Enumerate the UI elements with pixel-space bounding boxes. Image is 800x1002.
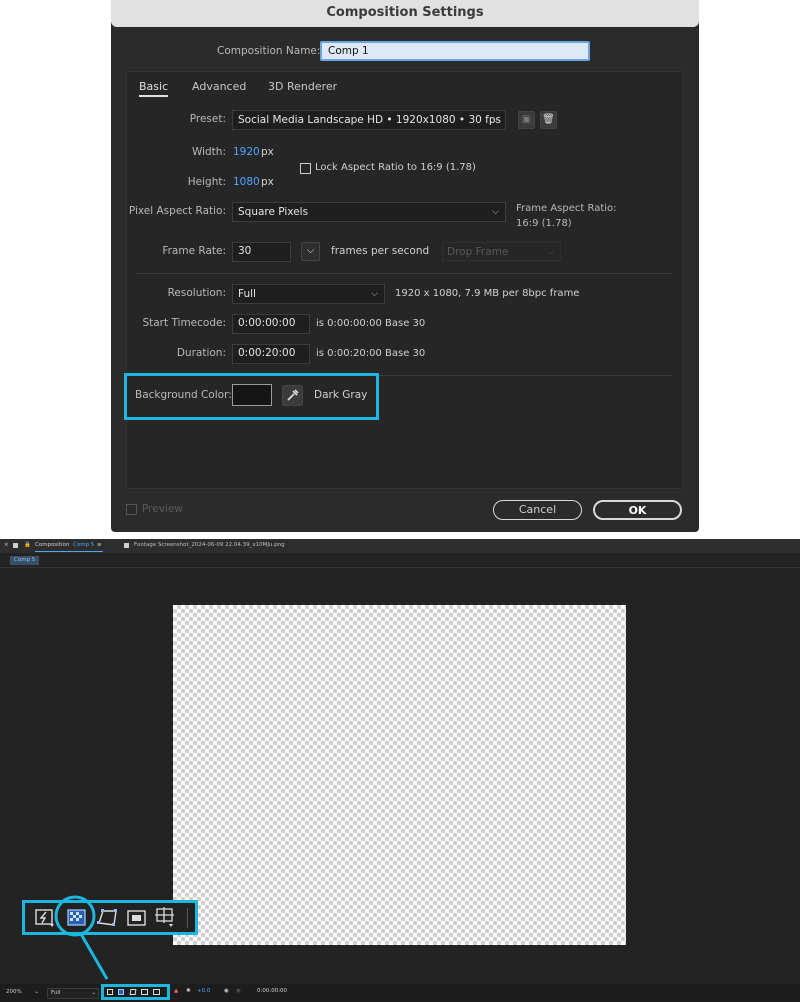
drop-frame-dropdown: Drop Frame ⌵ [442,242,561,261]
pixel-aspect-label: Pixel Aspect Ratio: [128,205,226,217]
close-icon[interactable]: × [4,542,9,548]
start-timecode-input[interactable]: 0:00:00:00 [232,314,310,334]
eyedropper-icon[interactable] [282,385,303,406]
resolution-value: Full [238,288,256,300]
cancel-button[interactable]: Cancel [493,500,582,520]
height-unit: px [261,176,274,188]
pixel-aspect-value: Square Pixels [238,206,309,218]
background-color-swatch[interactable] [232,384,272,406]
drop-frame-value: Drop Frame [447,246,509,258]
fast-previews-icon[interactable] [107,989,113,995]
composition-canvas-transparency-grid[interactable] [173,605,626,945]
dialog-title: Composition Settings [111,0,699,27]
tab-composition-prefix[interactable]: Composition [35,542,69,548]
transparency-grid-icon[interactable] [118,989,124,995]
duration-input[interactable]: 0:00:20:00 [232,344,310,364]
settings-panel: Basic Advanced 3D Renderer Preset: Socia… [126,71,683,489]
frame-aspect-label: Frame Aspect Ratio: [516,203,617,214]
width-unit: px [261,146,274,158]
comp-name-input[interactable]: Comp 1 [320,41,590,61]
comp-name-label: Composition Name: [217,45,321,57]
region-of-interest-icon[interactable] [141,989,148,995]
height-label: Height: [187,176,226,188]
grid-and-guides-icon[interactable] [153,989,160,995]
tab-footage[interactable]: Footage Screenshot_2024-06-09 22.04.39_x… [134,542,285,548]
divider [0,567,800,568]
tab-composition-name[interactable]: Comp 5 [73,542,94,548]
pixel-aspect-dropdown[interactable]: Square Pixels ⌵ [232,202,506,222]
callout-connector [54,895,109,980]
channel-icon[interactable]: ▲ [174,988,178,994]
zoom-value: 200% [6,989,22,995]
panel-tab-bar: × 🔒 Composition Comp 5 ≡ Footage Screens… [0,539,800,553]
show-snapshot-icon[interactable]: ◉ [236,988,241,994]
panel-menu-icon[interactable]: ≡ [97,542,102,548]
exposure-value[interactable]: +0.0 [197,988,210,994]
chevron-down-icon: ⌵ [547,247,554,257]
ok-button[interactable]: OK [593,500,682,520]
preview-checkbox[interactable] [126,504,137,515]
preview-label: Preview [142,503,183,515]
frame-rate-dropdown-button[interactable]: ⌵ [301,242,320,261]
chevron-down-icon: ⌄ [34,989,39,995]
height-value[interactable]: 1080 [233,176,260,188]
resolution-info: 1920 x 1080, 7.9 MB per 8bpc frame [395,288,580,299]
fps-label: frames per second [331,245,430,257]
lock-aspect-checkbox[interactable] [300,163,311,174]
preset-label: Preset: [189,113,226,125]
comp-breadcrumb-chip[interactable]: Comp 5 [10,556,40,565]
mask-path-visibility-icon[interactable] [129,989,137,995]
lock-icon[interactable]: 🔒 [24,542,31,548]
chevron-down-icon: ⌵ [371,289,378,299]
tab-basic[interactable]: Basic [139,80,169,97]
resolution-label: Resolution: [167,287,226,299]
composition-panel: × 🔒 Composition Comp 5 ≡ Footage Screens… [0,539,800,1002]
tab-advanced[interactable]: Advanced [192,80,246,93]
current-timecode[interactable]: 0:00:00:00 [257,988,287,994]
delete-preset-icon[interactable]: 🗑 [540,111,557,129]
frame-aspect-value: 16:9 (1.78) [516,218,572,229]
frame-rate-label: Frame Rate: [162,245,226,257]
divider [137,273,672,274]
lock-aspect-label: Lock Aspect Ratio to 16:9 (1.78) [315,162,476,173]
snapshot-camera-icon[interactable]: ◉ [224,988,229,994]
chevron-down-icon: ⌄ [91,990,96,996]
resolution-dropdown[interactable]: Full ⌄ [47,988,99,999]
composition-settings-dialog: Composition Settings Composition Name: C… [111,0,699,532]
tab-3d-renderer[interactable]: 3D Renderer [268,80,337,93]
width-label: Width: [191,146,226,158]
exposure-reset-icon[interactable]: ✺ [186,988,191,994]
chevron-down-icon: ⌵ [492,207,499,217]
duration-info: is 0:00:20:00 Base 30 [316,348,426,359]
save-preset-icon[interactable]: ▣ [518,111,535,129]
start-timecode-info: is 0:00:00:00 Base 30 [316,318,426,329]
zoom-dropdown[interactable]: 200% ⌄ [3,988,41,999]
active-tab-underline [35,551,103,552]
width-value[interactable]: 1920 [233,146,260,158]
resolution-value: Full [51,990,61,996]
frame-rate-input[interactable]: 30 [232,242,291,262]
preset-dropdown[interactable]: Social Media Landscape HD • 1920x1080 • … [232,110,506,130]
background-color-label: Background Color: [135,389,232,401]
resolution-dropdown[interactable]: Full ⌵ [232,284,385,304]
composition-icon [13,543,18,548]
viewer-bottom-bar: 200% ⌄ Full ⌄ ▲ ✺ +0.0 ◉ ◉ 0:00:00:00 [0,984,800,1002]
footage-icon [124,543,129,548]
chevron-down-icon: ⌵ [492,115,499,125]
preset-value: Social Media Landscape HD • 1920x1080 • … [238,114,501,126]
duration-label: Duration: [176,347,226,359]
start-timecode-label: Start Timecode: [142,317,226,329]
background-color-name: Dark Gray [314,389,368,401]
